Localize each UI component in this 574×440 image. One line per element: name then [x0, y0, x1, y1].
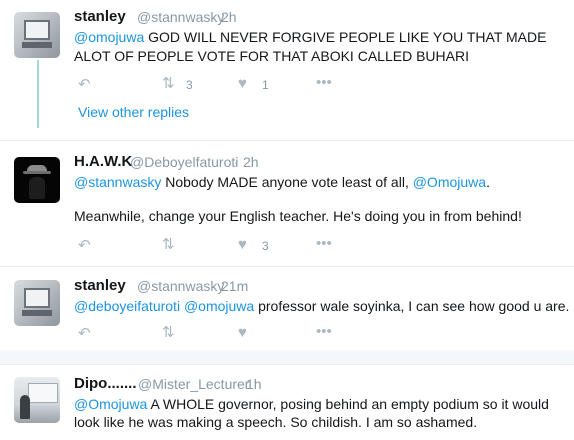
- retweet-icon[interactable]: ⇅: [162, 325, 175, 340]
- more-icon[interactable]: •••: [316, 324, 332, 339]
- retweet-count: 3: [186, 78, 193, 92]
- timestamp[interactable]: 21m: [221, 278, 248, 294]
- tweet-text-part: A WHOLE governor, posing behind an empty…: [147, 396, 549, 412]
- thread-connector: [37, 60, 39, 128]
- mention-link[interactable]: @Omojuwa: [74, 396, 147, 412]
- mention-link[interactable]: @stannwasky: [74, 174, 161, 190]
- display-name[interactable]: stanley: [74, 8, 126, 25]
- tweet-text-part: .: [486, 174, 490, 190]
- tweet-text: @Omojuwa A WHOLE governor, posing behind…: [74, 394, 549, 414]
- tweet-text: @deboyeifaturoti @omojuwa professor wale…: [74, 296, 569, 316]
- tweet-text-line2: look like he was making a speech. So chi…: [74, 414, 478, 430]
- reply-icon[interactable]: ↶: [78, 326, 91, 341]
- like-count: 3: [262, 239, 269, 253]
- timestamp[interactable]: 2h: [221, 9, 237, 25]
- tweet-text-line2: Meanwhile, change your English teacher. …: [74, 208, 522, 224]
- avatar[interactable]: [14, 157, 60, 203]
- retweet-icon[interactable]: ⇅: [162, 76, 175, 91]
- user-handle[interactable]: @Mister_Lecturer: [138, 376, 249, 392]
- more-icon[interactable]: •••: [316, 75, 332, 90]
- conversation-gap: [0, 350, 574, 364]
- separator-dot: ·: [234, 154, 239, 170]
- more-icon[interactable]: •••: [316, 236, 332, 251]
- view-other-replies-link[interactable]: View other replies: [78, 104, 189, 120]
- mention-link[interactable]: @deboyeifaturoti: [74, 298, 180, 314]
- like-count: 1: [262, 78, 269, 92]
- reply-icon[interactable]: ↶: [78, 77, 91, 92]
- reply-icon[interactable]: ↶: [78, 238, 91, 253]
- separator-dot: ·: [211, 9, 216, 25]
- avatar[interactable]: [14, 377, 60, 423]
- divider: [0, 266, 574, 267]
- display-name[interactable]: H.A.W.K: [74, 153, 132, 170]
- timestamp[interactable]: 1h: [246, 376, 262, 392]
- divider: [0, 364, 574, 365]
- divider: [0, 140, 574, 141]
- tweet-text: @omojuwa GOD WILL NEVER FORGIVE PEOPLE L…: [74, 27, 546, 47]
- timestamp[interactable]: 2h: [243, 154, 259, 170]
- heart-icon[interactable]: ♥: [238, 76, 247, 91]
- mention-link[interactable]: @Omojuwa: [413, 174, 486, 190]
- heart-icon[interactable]: ♥: [238, 325, 247, 340]
- user-handle[interactable]: @Deboyelfaturoti: [130, 154, 238, 170]
- separator-dot: ·: [236, 376, 241, 392]
- display-name[interactable]: Dipo.......: [74, 375, 137, 392]
- tweet-text: @stannwasky Nobody MADE anyone vote leas…: [74, 172, 490, 192]
- tweet-text-line2: ALOT OF PEOPLE VOTE FOR THAT ABOKI CALLE…: [74, 48, 469, 64]
- tweet-text-part: GOD WILL NEVER FORGIVE PEOPLE LIKE YOU T…: [144, 29, 547, 45]
- tweet-text-part: Nobody MADE anyone vote least of all,: [161, 174, 413, 190]
- heart-icon[interactable]: ♥: [238, 237, 247, 252]
- display-name[interactable]: stanley: [74, 277, 126, 294]
- avatar[interactable]: [14, 12, 60, 58]
- avatar[interactable]: [14, 280, 60, 326]
- tweet-text-part: professor wale soyinka, I can see how go…: [254, 298, 570, 314]
- mention-link[interactable]: @omojuwa: [184, 298, 254, 314]
- mention-link[interactable]: @omojuwa: [74, 29, 144, 45]
- separator-dot: ·: [211, 278, 216, 294]
- retweet-icon[interactable]: ⇅: [162, 237, 175, 252]
